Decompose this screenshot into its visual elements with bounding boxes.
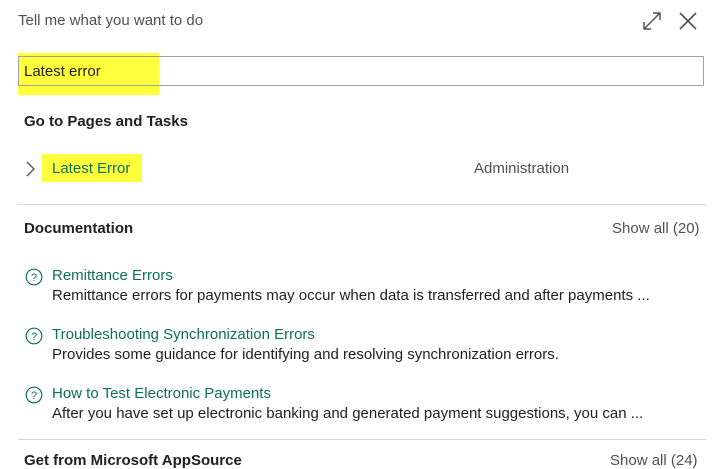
expand-icon[interactable] (640, 9, 664, 33)
svg-text:?: ? (31, 272, 37, 284)
result-link-latest-error[interactable]: Latest Error (52, 160, 130, 177)
search-input[interactable] (22, 57, 702, 85)
help-icon: ? (25, 386, 43, 404)
doc-description: After you have set up electronic banking… (52, 405, 644, 422)
chevron-right-icon[interactable] (22, 160, 38, 178)
appsource-show-all-link[interactable]: Show all (24) (610, 452, 698, 469)
doc-link-remittance-errors[interactable]: Remittance Errors (52, 267, 173, 284)
help-icon: ? (25, 327, 43, 345)
result-category: Administration (474, 160, 570, 177)
doc-link-test-electronic-payments[interactable]: How to Test Electronic Payments (52, 385, 271, 402)
close-icon[interactable] (676, 9, 700, 33)
doc-description: Remittance errors for payments may occur… (52, 287, 650, 304)
help-icon: ? (25, 268, 43, 286)
divider (18, 204, 706, 205)
doc-link-troubleshooting-sync-errors[interactable]: Troubleshooting Synchronization Errors (52, 326, 315, 343)
svg-text:?: ? (31, 390, 37, 402)
pages-tasks-heading: Go to Pages and Tasks (24, 113, 188, 130)
divider (18, 439, 706, 440)
documentation-show-all-link[interactable]: Show all (20) (612, 220, 700, 237)
svg-text:?: ? (31, 331, 37, 343)
documentation-heading: Documentation (24, 220, 134, 237)
appsource-heading: Get from Microsoft AppSource (24, 452, 242, 469)
doc-description: Provides some guidance for identifying a… (52, 346, 559, 363)
dialog-title: Tell me what you want to do (18, 12, 204, 29)
